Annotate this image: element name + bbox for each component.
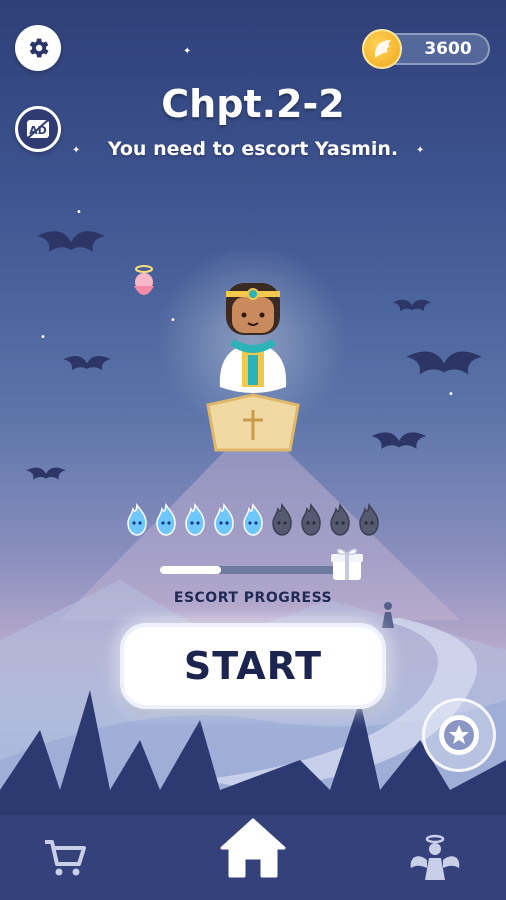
home-icon xyxy=(220,818,286,877)
spirit-empty-icon xyxy=(301,503,321,536)
wing-coin-icon xyxy=(362,29,402,69)
angel-icon xyxy=(410,834,460,880)
coin-amount: 3600 xyxy=(424,39,472,59)
spirit-collected-icon xyxy=(185,503,205,536)
character-yasmin xyxy=(206,283,300,452)
angel-helper-icon xyxy=(134,265,154,295)
escort-progress-fill xyxy=(160,566,221,574)
award-button[interactable] xyxy=(422,698,496,772)
shopping-cart-icon xyxy=(45,839,86,875)
spirit-collection-row xyxy=(124,503,384,539)
spirit-collected-icon xyxy=(243,503,263,536)
spirit-collected-icon xyxy=(214,503,234,536)
spirit-collected-icon xyxy=(127,503,147,536)
nav-shop[interactable] xyxy=(30,815,100,900)
bat-icon xyxy=(37,231,105,252)
star: ✦ xyxy=(183,46,192,57)
spirit-empty-icon xyxy=(272,503,292,536)
nav-home[interactable] xyxy=(210,795,296,900)
award-icon xyxy=(439,715,479,755)
start-button-label: START xyxy=(183,644,323,688)
settings-button[interactable] xyxy=(15,25,61,71)
bat-icon xyxy=(26,467,66,480)
bat-icon xyxy=(371,432,427,450)
star: • xyxy=(40,332,46,343)
escort-progress-bar xyxy=(160,566,338,574)
chapter-title: Chpt.2-2 xyxy=(161,82,345,126)
star: • xyxy=(448,389,454,400)
traveler-figure xyxy=(382,602,394,628)
mission-description: You need to escort Yasmin. xyxy=(107,138,399,160)
coin-counter: 3600 xyxy=(362,29,490,69)
game-screen: ✦ ✦ ✦ • • • • AD 3600 Chpt.2-2 You need … xyxy=(0,0,506,900)
spirit-collected-icon xyxy=(156,503,176,536)
nav-angel[interactable] xyxy=(400,815,470,900)
spirit-empty-icon xyxy=(359,503,379,536)
gift-icon[interactable] xyxy=(330,544,364,582)
bat-icon xyxy=(393,299,431,312)
bat-icon xyxy=(406,351,482,375)
gear-icon xyxy=(29,38,49,58)
escort-progress-label: ESCORT PROGRESS xyxy=(173,590,333,606)
start-button[interactable]: START xyxy=(120,623,386,709)
bottom-navigation xyxy=(0,815,506,900)
spirit-empty-icon xyxy=(330,503,350,536)
star: • xyxy=(170,315,176,326)
bat-icon xyxy=(63,355,111,371)
